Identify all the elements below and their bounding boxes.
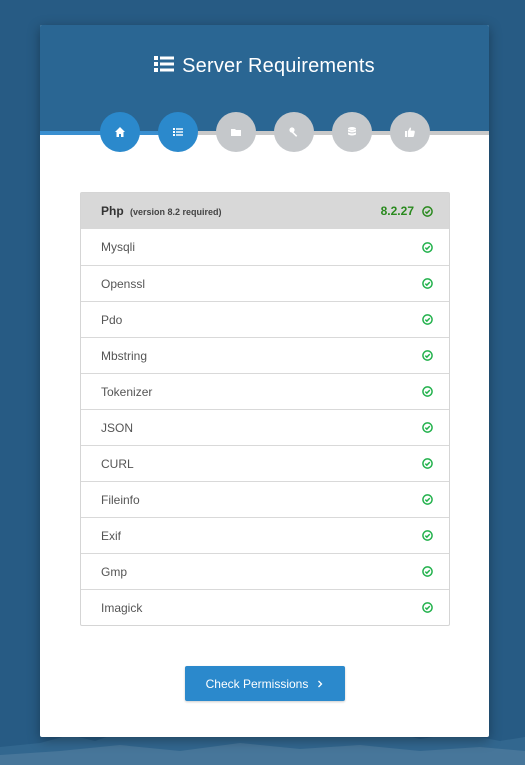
extension-row: Mysqli xyxy=(81,229,449,265)
check-circle-icon xyxy=(422,314,433,325)
step-database[interactable] xyxy=(332,112,372,152)
check-circle-icon xyxy=(422,386,433,397)
list-icon xyxy=(154,55,175,78)
check-circle-icon xyxy=(422,530,433,541)
thumbs-up-icon xyxy=(405,127,415,137)
extension-name: Imagick xyxy=(101,600,143,615)
step-environment[interactable] xyxy=(274,112,314,152)
check-circle-icon xyxy=(422,350,433,361)
extension-name: CURL xyxy=(101,456,134,471)
home-icon xyxy=(115,127,125,137)
extension-name: Mysqli xyxy=(101,240,136,254)
php-requirement-label: Php (version 8.2 required) xyxy=(101,204,222,218)
check-circle-icon xyxy=(422,278,433,289)
step-permissions[interactable] xyxy=(216,112,256,152)
step-finish[interactable] xyxy=(390,112,430,152)
chevron-right-icon xyxy=(318,680,323,687)
check-circle-icon xyxy=(422,494,433,505)
extension-row: Mbstring xyxy=(81,337,449,373)
extension-name: Openssl xyxy=(101,276,146,291)
php-version: 8.2.27 xyxy=(380,204,414,218)
check-permissions-label: Check Permissions xyxy=(205,676,309,691)
step-indicator xyxy=(100,112,430,152)
extension-row: Imagick xyxy=(81,589,449,625)
check-circle-icon xyxy=(422,422,433,433)
php-name: Php xyxy=(101,204,124,218)
extension-name: Gmp xyxy=(101,564,128,579)
extension-name: JSON xyxy=(101,420,134,435)
requirements-table: Php (version 8.2 required) 8.2.27 Mysqli… xyxy=(80,192,450,626)
extension-name: Exif xyxy=(101,528,122,543)
page-title-text: Server Requirements xyxy=(182,55,375,77)
installer-card: Server Requirements Php (version 8.2 req… xyxy=(40,25,489,737)
check-permissions-button[interactable]: Check Permissions xyxy=(185,666,345,701)
check-circle-icon xyxy=(422,205,433,217)
extension-row: Fileinfo xyxy=(81,481,449,517)
extension-name: Fileinfo xyxy=(101,492,140,507)
extension-row: Tokenizer xyxy=(81,373,449,409)
extension-row: CURL xyxy=(81,445,449,481)
folder-icon xyxy=(231,129,241,136)
check-circle-icon xyxy=(422,241,433,253)
check-circle-icon xyxy=(422,566,433,577)
php-requirement-row: Php (version 8.2 required) 8.2.27 xyxy=(81,193,449,229)
key-icon xyxy=(289,127,298,137)
list-icon xyxy=(173,128,183,136)
page-title: Server Requirements xyxy=(40,55,489,78)
extension-row: JSON xyxy=(81,409,449,445)
extension-row: Gmp xyxy=(81,553,449,589)
check-circle-icon xyxy=(422,458,433,469)
php-version-note: (version 8.2 required) xyxy=(130,207,222,217)
database-icon xyxy=(348,127,356,136)
extension-name: Tokenizer xyxy=(101,384,153,399)
step-welcome[interactable] xyxy=(100,112,140,152)
check-circle-icon xyxy=(422,602,433,613)
php-status: 8.2.27 xyxy=(381,204,433,218)
extension-name: Mbstring xyxy=(101,348,148,363)
extension-row: Openssl xyxy=(81,265,449,301)
extension-row: Pdo xyxy=(81,301,449,337)
extension-name: Pdo xyxy=(101,312,123,327)
step-requirements[interactable] xyxy=(158,112,198,152)
extension-row: Exif xyxy=(81,517,449,553)
